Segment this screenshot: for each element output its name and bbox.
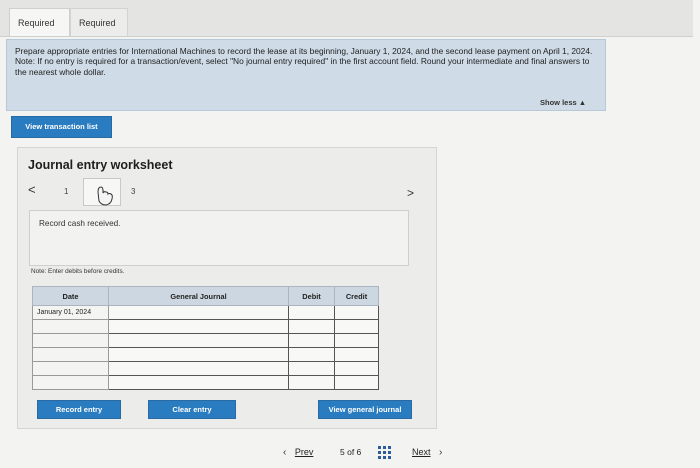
next-page-link[interactable]: Next › bbox=[412, 447, 442, 458]
clear-entry-button[interactable]: Clear entry bbox=[148, 400, 236, 419]
date-cell bbox=[32, 319, 109, 334]
instructions-text: Prepare appropriate entries for Internat… bbox=[15, 46, 593, 56]
worksheet-title: Journal entry worksheet bbox=[28, 158, 173, 172]
tab-required-1[interactable]: Required 1 bbox=[9, 8, 70, 56]
step-3[interactable]: 3 bbox=[131, 187, 135, 196]
hand-cursor-icon bbox=[97, 186, 113, 206]
date-cell bbox=[32, 361, 109, 376]
view-general-journal-button[interactable]: View general journal bbox=[318, 400, 412, 419]
header-credit: Credit bbox=[334, 286, 379, 306]
header-date: Date bbox=[32, 286, 109, 306]
journal-table: Date General Journal Debit Credit Januar… bbox=[32, 286, 379, 390]
debit-input[interactable] bbox=[288, 305, 335, 320]
credit-input[interactable] bbox=[334, 305, 379, 320]
debit-input[interactable] bbox=[288, 361, 335, 376]
date-cell bbox=[32, 375, 109, 390]
debit-input[interactable] bbox=[288, 333, 335, 348]
instructions-panel: Prepare appropriate entries for Internat… bbox=[6, 39, 606, 111]
grid-icon[interactable] bbox=[378, 446, 391, 459]
account-input[interactable] bbox=[108, 319, 289, 334]
debit-input[interactable] bbox=[288, 375, 335, 390]
account-input[interactable] bbox=[108, 305, 289, 320]
view-transaction-list-button[interactable]: View transaction list bbox=[11, 116, 112, 138]
account-input[interactable] bbox=[108, 333, 289, 348]
next-step-chevron-icon[interactable]: > bbox=[407, 186, 414, 200]
header-general-journal: General Journal bbox=[108, 286, 289, 306]
transaction-description: Record cash received. bbox=[29, 210, 409, 266]
page-indicator: 5 of 6 bbox=[340, 447, 362, 457]
date-cell bbox=[32, 333, 109, 348]
table-row bbox=[32, 333, 379, 348]
description-text: Record cash received. bbox=[39, 219, 121, 228]
debits-note: Note: Enter debits before credits. bbox=[31, 268, 125, 275]
prev-step-chevron-icon[interactable]: < bbox=[28, 182, 36, 197]
table-row bbox=[32, 319, 379, 334]
record-entry-button[interactable]: Record entry bbox=[37, 400, 121, 419]
debit-input[interactable] bbox=[288, 347, 335, 362]
credit-input[interactable] bbox=[334, 319, 379, 334]
next-label: Next bbox=[412, 447, 431, 457]
instructions-note: Note: If no entry is required for a tran… bbox=[15, 56, 590, 77]
credit-input[interactable] bbox=[334, 361, 379, 376]
credit-input[interactable] bbox=[334, 347, 379, 362]
table-row bbox=[32, 375, 379, 390]
prev-page-link[interactable]: ‹ Prev bbox=[283, 447, 313, 458]
date-cell: January 01, 2024 bbox=[32, 305, 109, 320]
prev-label: Prev bbox=[294, 447, 314, 457]
table-row: January 01, 2024 bbox=[32, 305, 379, 320]
chevron-left-icon: ‹ bbox=[283, 447, 287, 458]
step-2-current[interactable]: 2 bbox=[83, 178, 121, 206]
account-input[interactable] bbox=[108, 361, 289, 376]
tab-required-2[interactable]: Required 2 bbox=[70, 8, 128, 56]
chevron-right-icon: › bbox=[439, 447, 443, 458]
table-row bbox=[32, 361, 379, 376]
show-less-link[interactable]: Show less ▲ bbox=[540, 98, 586, 107]
step-1[interactable]: 1 bbox=[64, 187, 68, 196]
date-cell bbox=[32, 347, 109, 362]
table-row bbox=[32, 347, 379, 362]
credit-input[interactable] bbox=[334, 375, 379, 390]
credit-input[interactable] bbox=[334, 333, 379, 348]
header-debit: Debit bbox=[288, 286, 335, 306]
account-input[interactable] bbox=[108, 375, 289, 390]
account-input[interactable] bbox=[108, 347, 289, 362]
debit-input[interactable] bbox=[288, 319, 335, 334]
